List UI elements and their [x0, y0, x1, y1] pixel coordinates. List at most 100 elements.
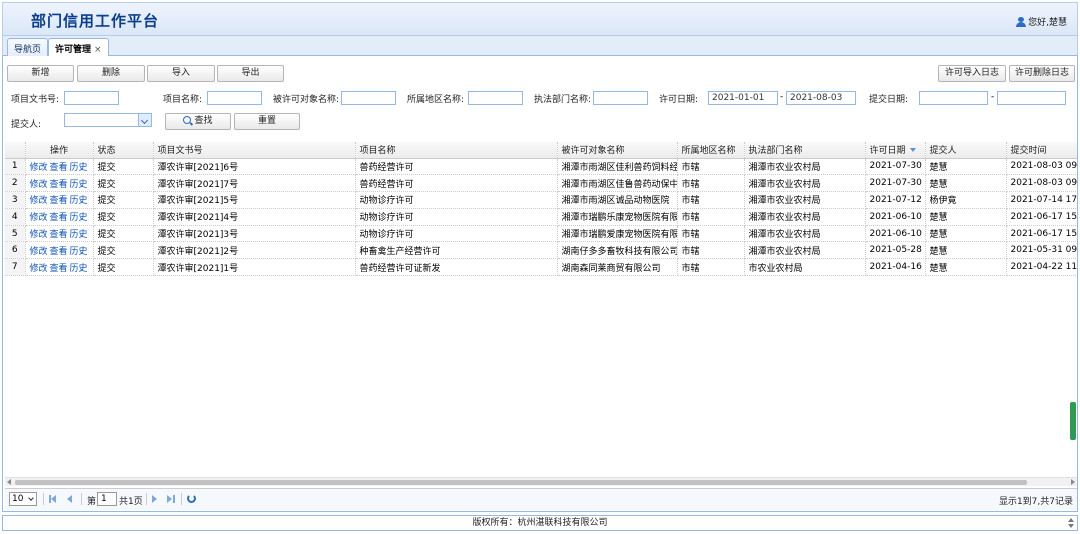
edit-link[interactable]: 修改: [30, 247, 48, 257]
page-size-select[interactable]: 10: [9, 492, 37, 506]
edit-link[interactable]: 修改: [30, 264, 48, 274]
header-row-number: [5, 142, 26, 159]
delete-button[interactable]: 删除: [77, 65, 145, 82]
search-button[interactable]: 查找: [165, 113, 231, 130]
history-link[interactable]: 历史: [70, 264, 88, 274]
cell-status: 提交: [93, 174, 154, 193]
cell-licensee: 湘潭市雨湖区佳利兽药饲料经营部: [557, 158, 678, 176]
last-page-icon[interactable]: [167, 495, 175, 503]
history-link[interactable]: 历史: [70, 180, 88, 190]
licensee-name-input[interactable]: [341, 91, 396, 105]
cell-submit-time: 2021-08-03 09:20:12: [1006, 158, 1077, 176]
table-row[interactable]: 3 修改 查看 历史 提交 潭农许审[2021]5号 动物诊疗许可 湘潭市雨湖区诚品动物医院市…: [5, 191, 1077, 209]
import-log-button[interactable]: 许可导入日志: [938, 65, 1006, 82]
cell-status: 提交: [93, 258, 154, 277]
header-doc-no[interactable]: 项目文书号: [153, 142, 356, 159]
history-link[interactable]: 历史: [70, 213, 88, 223]
license-date-to-input[interactable]: 2021-08-03: [786, 91, 856, 105]
edit-link[interactable]: 修改: [30, 230, 48, 240]
cell-submit-time: 2021-06-17 15:50:31: [1006, 208, 1077, 226]
view-link[interactable]: 查看: [50, 213, 68, 223]
project-name-input[interactable]: [207, 91, 262, 105]
chevron-down-icon: [138, 114, 151, 126]
row-number: 3: [5, 191, 26, 209]
footer-scroll-icon[interactable]: [1067, 518, 1075, 528]
header-region[interactable]: 所属地区名称: [677, 142, 745, 159]
edit-link[interactable]: 修改: [30, 180, 48, 190]
total-pages-text: 共1页: [119, 497, 143, 507]
row-number: 1: [5, 158, 26, 176]
table-row[interactable]: 4 修改 查看 历史 提交 潭农许审[2021]4号 动物诊疗许可 湘潭市瑞鹏乐康宠物医院有限…: [5, 208, 1077, 226]
submitter-select[interactable]: [64, 113, 152, 127]
scroll-left-icon[interactable]: [7, 479, 11, 485]
close-icon[interactable]: ×: [94, 45, 102, 55]
export-button[interactable]: 导出: [217, 65, 284, 82]
delete-log-button[interactable]: 许可删除日志: [1009, 65, 1075, 82]
history-link[interactable]: 历史: [70, 196, 88, 206]
scroll-right-icon[interactable]: [1071, 479, 1075, 485]
table-row[interactable]: 6 修改 查看 历史 提交 潭农许审[2021]2号 种畜禽生产经营许可 湖南仔多多畜牧科技有…: [5, 241, 1077, 260]
cell-dept: 湘潭市农业农村局: [744, 241, 866, 260]
history-link[interactable]: 历史: [70, 230, 88, 240]
header-licensee[interactable]: 被许可对象名称: [557, 142, 678, 159]
edit-link[interactable]: 修改: [30, 213, 48, 223]
dept-name-label: 执法部门名称:: [534, 95, 592, 105]
submit-date-from-input[interactable]: [919, 91, 988, 105]
header-submit-time[interactable]: 提交时间: [1006, 142, 1077, 159]
edit-link[interactable]: 修改: [30, 163, 48, 173]
submit-date-to-input[interactable]: [997, 91, 1066, 105]
header-status[interactable]: 状态: [93, 142, 154, 159]
tab-license-management[interactable]: 许可管理 ×: [48, 38, 109, 57]
main-panel: 新增 删除 导入 导出 许可导入日志 许可删除日志 项目文书号: 项目名称: 被…: [2, 56, 1078, 512]
header-submitter[interactable]: 提交人: [925, 142, 1007, 159]
footer: 版权所有：杭州湛联科技有限公司: [2, 515, 1078, 531]
view-link[interactable]: 查看: [50, 247, 68, 257]
next-page-icon[interactable]: [152, 495, 157, 503]
table-row[interactable]: 7 修改 查看 历史 提交 潭农许审[2021]1号 兽药经营许可证新发 湖南森同莱商贸有限公…: [5, 258, 1077, 277]
license-date-from-input[interactable]: 2021-01-01: [708, 91, 778, 105]
view-link[interactable]: 查看: [50, 230, 68, 240]
table-row[interactable]: 2 修改 查看 历史 提交 潭农许审[2021]7号 兽药经营许可 湘潭市雨湖区佳鲁兽药动保中…: [5, 174, 1077, 193]
cell-submitter: 杨伊竟: [925, 191, 1007, 209]
view-link[interactable]: 查看: [50, 180, 68, 190]
edit-link[interactable]: 修改: [30, 196, 48, 206]
cell-submitter: 楚慧: [925, 158, 1007, 176]
header-dept[interactable]: 执法部门名称: [744, 142, 866, 159]
user-greeting[interactable]: 您好,楚慧: [1016, 15, 1067, 28]
table-row[interactable]: 5 修改 查看 历史 提交 潭农许审[2021]3号 动物诊疗许可 湘潭市瑞鹏爱康宠物医院有限…: [5, 225, 1077, 243]
add-button[interactable]: 新增: [7, 65, 74, 82]
view-link[interactable]: 查看: [50, 163, 68, 173]
view-link[interactable]: 查看: [50, 196, 68, 206]
app-header: 部门信用工作平台 您好,楚慧: [2, 2, 1078, 36]
view-link[interactable]: 查看: [50, 264, 68, 274]
tab-navigation[interactable]: 导航页: [7, 38, 49, 56]
cell-status: 提交: [93, 191, 154, 209]
history-link[interactable]: 历史: [70, 163, 88, 173]
prev-page-icon[interactable]: [67, 495, 72, 503]
horizontal-scrollbar[interactable]: [5, 477, 1077, 486]
dept-name-input[interactable]: [593, 91, 648, 105]
cell-doc-no: 潭农许审[2021]6号: [153, 158, 356, 176]
submitter-label: 提交人:: [11, 120, 42, 130]
table-row[interactable]: 1 修改 查看 历史 提交 潭农许审[2021]6号 兽药经营许可 湘潭市雨湖区佳利兽药饲料经…: [5, 158, 1077, 176]
cell-status: 提交: [93, 225, 154, 243]
cell-region: 市辖: [677, 191, 745, 209]
cell-license-date: 2021-04-16: [865, 258, 926, 277]
first-page-icon[interactable]: [49, 495, 57, 503]
header-project-name[interactable]: 项目名称: [355, 142, 558, 159]
refresh-icon[interactable]: [187, 494, 196, 503]
pager-divider: [146, 493, 147, 505]
region-name-input[interactable]: [468, 91, 523, 105]
cell-region: 市辖: [677, 208, 745, 226]
horizontal-scroll-thumb[interactable]: [15, 480, 1027, 485]
cell-licensee: 湘潭市瑞鹏爱康宠物医院有限公司: [557, 225, 678, 243]
doc-no-input[interactable]: [64, 91, 119, 105]
doc-no-label: 项目文书号:: [11, 95, 60, 105]
vertical-scrollbar[interactable]: [1070, 402, 1076, 440]
history-link[interactable]: 历史: [70, 247, 88, 257]
page-number-input[interactable]: 1: [97, 492, 117, 506]
header-license-date[interactable]: 许可日期: [865, 142, 926, 159]
import-button[interactable]: 导入: [147, 65, 215, 82]
row-actions: 修改 查看 历史: [25, 174, 94, 193]
reset-button[interactable]: 重置: [234, 113, 300, 130]
